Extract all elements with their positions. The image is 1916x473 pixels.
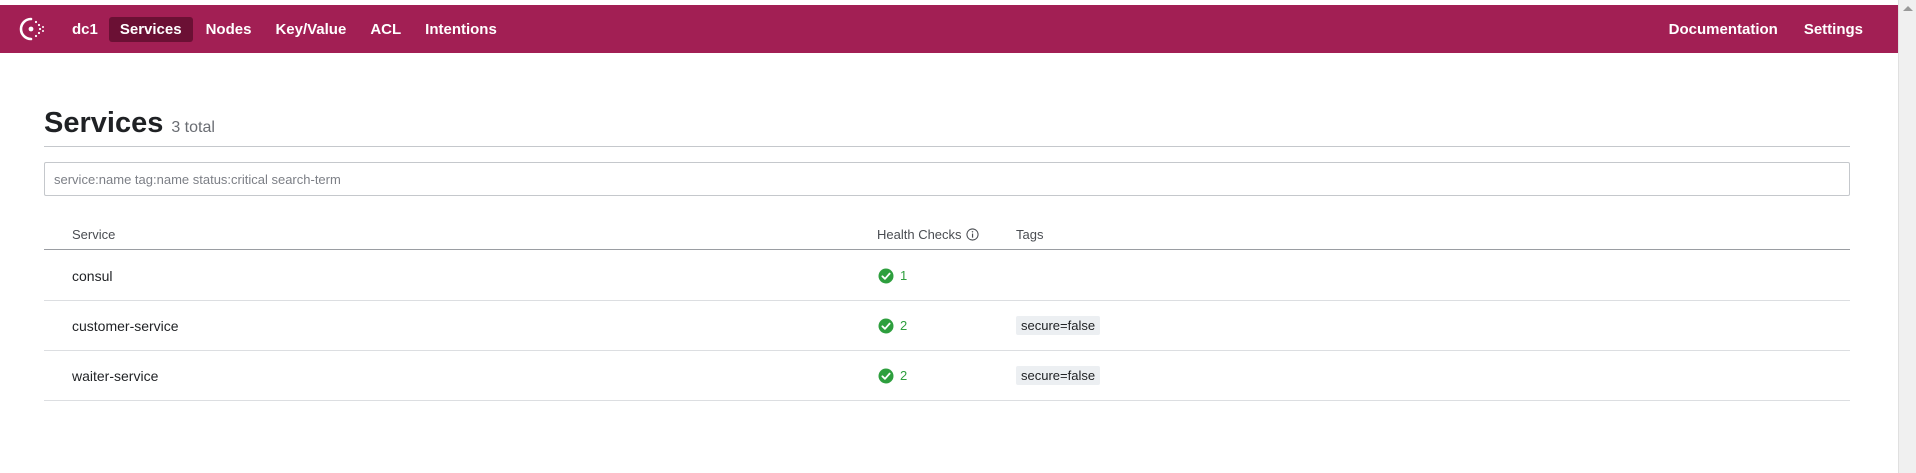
nav-acl[interactable]: ACL [359, 17, 412, 42]
service-name[interactable]: consul [72, 251, 112, 300]
health-checks-cell: 2 [878, 301, 907, 350]
column-header-service: Service [72, 227, 116, 242]
check-circle-icon [878, 368, 894, 383]
info-icon[interactable] [965, 228, 979, 241]
health-checks-cell: 2 [878, 351, 907, 400]
top-navbar: dc1 Services Nodes Key/Value ACL Intenti… [0, 5, 1898, 53]
primary-nav: dc1 Services Nodes Key/Value ACL Intenti… [62, 5, 510, 53]
nav-key-value[interactable]: Key/Value [264, 17, 357, 42]
check-circle-icon [878, 318, 894, 333]
services-count: 3 total [171, 119, 215, 136]
nav-nodes[interactable]: Nodes [195, 17, 263, 42]
passing-count: 2 [900, 368, 908, 383]
health-checks-cell: 1 [878, 251, 907, 300]
table-row[interactable]: customer-service 2 secure=false [44, 301, 1850, 351]
tag-badge: secure=false [1016, 366, 1101, 385]
table-row[interactable]: consul 1 [44, 251, 1850, 301]
passing-count: 1 [900, 268, 908, 283]
service-name[interactable]: waiter-service [72, 351, 158, 400]
check-circle-icon [878, 268, 894, 283]
secondary-nav: Documentation Settings [1656, 5, 1876, 53]
tag-badge: secure=false [1016, 316, 1101, 335]
tags-cell: secure=false [1016, 301, 1101, 350]
page-header: Services 3 total [44, 107, 215, 140]
datacenter-selector[interactable]: dc1 [62, 17, 109, 42]
vertical-scrollbar[interactable] [1898, 0, 1916, 473]
service-name[interactable]: customer-service [72, 301, 179, 350]
consul-logo-icon[interactable] [18, 16, 48, 42]
page-title: Services [44, 107, 164, 139]
nav-intentions[interactable]: Intentions [414, 17, 508, 42]
nav-services[interactable]: Services [108, 16, 193, 42]
column-header-tags: Tags [1016, 227, 1044, 242]
nav-documentation[interactable]: Documentation [1658, 17, 1789, 42]
table-row[interactable]: waiter-service 2 secure=false [44, 351, 1850, 401]
scroll-up-arrow-icon[interactable] [1903, 6, 1913, 11]
tags-cell: secure=false [1016, 351, 1101, 400]
passing-count: 2 [900, 318, 908, 333]
header-divider [44, 146, 1850, 147]
service-search-input[interactable] [44, 162, 1850, 196]
table-header: Service Health Checks Tags [44, 221, 1850, 250]
column-header-health-checks: Health Checks [877, 227, 979, 242]
column-header-health-label: Health Checks [877, 227, 962, 242]
nav-settings[interactable]: Settings [1793, 17, 1874, 42]
